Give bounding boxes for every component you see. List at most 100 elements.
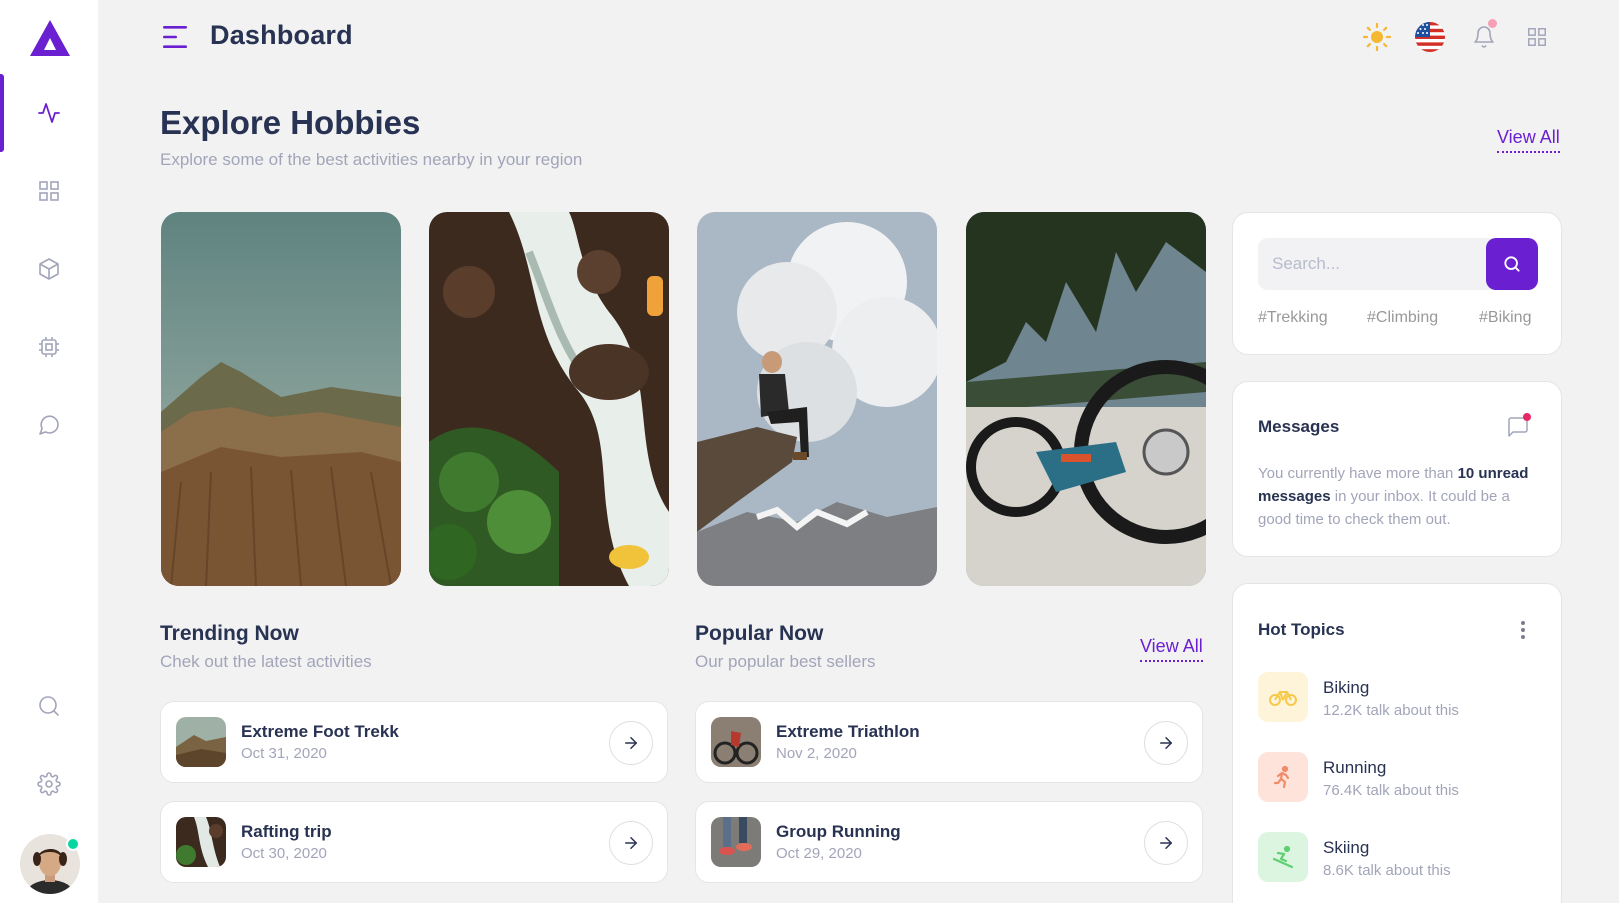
item-name: Group Running — [776, 822, 901, 841]
item-name: Extreme Foot Trekk — [241, 722, 399, 741]
rafting-thumbnail — [176, 817, 226, 867]
apps-grid-icon — [1528, 28, 1546, 46]
item-date: Oct 31, 2020 — [241, 745, 327, 762]
messages-panel: Messages You currently have more than 10… — [1232, 381, 1562, 557]
language-button[interactable] — [1413, 20, 1447, 54]
popular-item-1[interactable]: Extreme Triathlon Nov 2, 2020 — [695, 701, 1203, 783]
theme-toggle-button[interactable] — [1360, 20, 1394, 54]
menu-toggle-button[interactable] — [163, 25, 191, 49]
search-button[interactable] — [1486, 238, 1538, 290]
trending-item-1[interactable]: Extreme Foot Trekk Oct 31, 2020 — [160, 701, 668, 783]
search-input[interactable] — [1258, 238, 1480, 290]
explore-view-all-link[interactable]: View All — [1497, 127, 1560, 153]
popular-view-all-link[interactable]: View All — [1140, 636, 1203, 662]
activity-icon — [38, 103, 60, 123]
messages-text-start: You currently have more than — [1258, 465, 1458, 482]
hobby-card-biking[interactable] — [966, 212, 1206, 586]
page-title: Dashboard — [210, 20, 353, 50]
mountain-bike-image — [966, 212, 1206, 586]
sidebar-item-search[interactable] — [0, 667, 98, 745]
sidebar-item-cpu[interactable] — [0, 308, 98, 386]
grid-icon — [39, 181, 59, 201]
topic-count: 12.2K talk about this — [1323, 702, 1459, 719]
messages-button[interactable] — [1505, 413, 1531, 440]
topic-biking[interactable]: Biking 12.2K talk about this — [1258, 672, 1548, 724]
search-panel: #Trekking #Climbing #Biking — [1232, 212, 1562, 355]
open-item-button[interactable] — [609, 721, 653, 765]
sidebar-item-activity[interactable] — [0, 74, 98, 152]
item-name: Extreme Triathlon — [776, 722, 920, 741]
sidebar-item-box[interactable] — [0, 230, 98, 308]
trekking-thumbnail — [176, 717, 226, 767]
hot-topics-title: Hot Topics — [1258, 620, 1345, 639]
hobby-card-climbing[interactable] — [697, 212, 937, 586]
app-logo[interactable] — [28, 18, 72, 58]
hobby-card-rafting[interactable] — [429, 212, 669, 586]
arrow-right-icon — [625, 737, 637, 749]
messages-text: You currently have more than 10 unread m… — [1258, 462, 1543, 531]
item-date: Oct 30, 2020 — [241, 845, 327, 862]
mountain-climber-image — [697, 212, 937, 586]
tag-trekking[interactable]: #Trekking — [1258, 309, 1328, 327]
hot-topics-panel: Hot Topics Biking 12.2K talk about this … — [1232, 583, 1562, 903]
messages-title: Messages — [1258, 417, 1340, 436]
box-icon — [39, 258, 59, 280]
topic-running[interactable]: Running 76.4K talk about this — [1258, 752, 1548, 804]
search-box — [1258, 238, 1538, 290]
topic-icon-bg — [1258, 672, 1308, 722]
sidebar-item-messages[interactable] — [0, 386, 98, 464]
more-vertical-icon — [1521, 621, 1525, 639]
river-rafting-image — [429, 212, 669, 586]
trending-subtitle: Chek out the latest activities — [160, 652, 372, 671]
sidebar — [0, 0, 98, 903]
bell-icon — [1474, 26, 1494, 48]
topic-skiing[interactable]: Skiing 8.6K talk about this — [1258, 832, 1548, 884]
sidebar-item-settings[interactable] — [0, 745, 98, 823]
topic-name: Skiing — [1323, 838, 1370, 857]
popular-title: Popular Now — [695, 622, 824, 645]
skiing-icon — [1272, 845, 1294, 869]
item-name: Rafting trip — [241, 822, 332, 841]
triathlon-thumbnail — [711, 717, 761, 767]
topic-icon-bg — [1258, 832, 1308, 882]
trending-title: Trending Now — [160, 622, 299, 645]
tag-biking[interactable]: #Biking — [1479, 309, 1531, 327]
message-circle-icon — [39, 415, 59, 435]
topic-name: Running — [1323, 758, 1387, 777]
open-item-button[interactable] — [609, 821, 653, 865]
item-date: Nov 2, 2020 — [776, 745, 857, 762]
explore-title: Explore Hobbies — [160, 104, 421, 141]
menu-icon — [163, 26, 187, 48]
bicycle-icon — [1269, 691, 1297, 706]
apps-button[interactable] — [1520, 20, 1554, 54]
user-avatar[interactable] — [20, 834, 80, 894]
tag-climbing[interactable]: #Climbing — [1367, 309, 1438, 327]
topic-count: 76.4K talk about this — [1323, 782, 1459, 799]
search-icon — [1504, 256, 1520, 272]
sun-icon — [1362, 22, 1392, 52]
topic-icon-bg — [1258, 752, 1308, 802]
arrow-right-icon — [1160, 837, 1172, 849]
mountain-landscape-image — [161, 212, 401, 586]
topic-count: 8.6K talk about this — [1323, 862, 1451, 879]
explore-subtitle: Explore some of the best activities near… — [160, 150, 583, 169]
popular-subtitle: Our popular best sellers — [695, 652, 876, 671]
item-date: Oct 29, 2020 — [776, 845, 862, 862]
hobby-card-mountains[interactable] — [161, 212, 401, 586]
open-item-button[interactable] — [1144, 821, 1188, 865]
cpu-icon — [39, 337, 59, 357]
topic-name: Biking — [1323, 678, 1370, 697]
sidebar-item-grid[interactable] — [0, 152, 98, 230]
trending-item-2[interactable]: Rafting trip Oct 30, 2020 — [160, 801, 668, 883]
unread-dot — [1523, 413, 1531, 421]
online-status-dot — [66, 837, 80, 851]
running-thumbnail — [711, 817, 761, 867]
notification-dot — [1488, 19, 1497, 28]
us-flag-icon — [1415, 22, 1445, 52]
arrow-right-icon — [1160, 737, 1172, 749]
open-item-button[interactable] — [1144, 721, 1188, 765]
search-icon — [39, 696, 59, 716]
notifications-button[interactable] — [1467, 19, 1501, 54]
popular-item-2[interactable]: Group Running Oct 29, 2020 — [695, 801, 1203, 883]
more-options-button[interactable] — [1513, 618, 1533, 642]
